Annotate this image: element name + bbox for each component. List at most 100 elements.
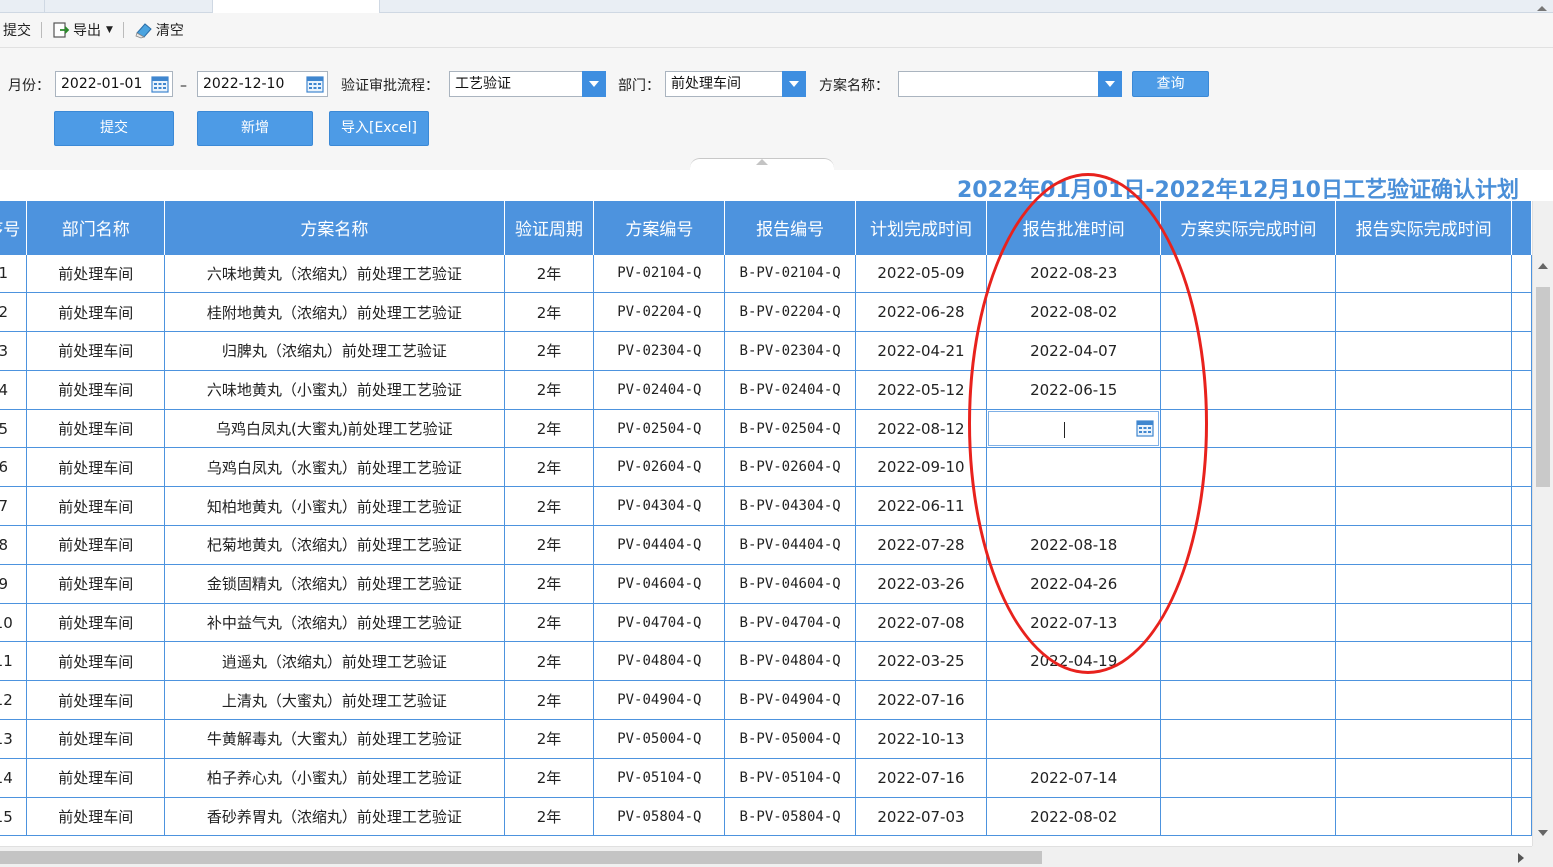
table-cell[interactable]: B-PV-02104-Q xyxy=(724,253,857,294)
table-cell[interactable]: B-PV-04904-Q xyxy=(724,680,857,721)
table-cell[interactable] xyxy=(1335,525,1513,565)
date-input[interactable] xyxy=(987,410,1160,447)
table-cell[interactable]: 柏子养心丸（小蜜丸）前处理工艺验证 xyxy=(164,758,505,798)
table-row[interactable]: 4前处理车间六味地黄丸（小蜜丸）前处理工艺验证2年PV-02404-QB-PV-… xyxy=(0,370,1532,410)
table-cell[interactable]: B-PV-05804-Q xyxy=(724,797,857,837)
collapse-panel-handle[interactable] xyxy=(690,158,834,170)
vertical-scroll-thumb[interactable] xyxy=(1536,287,1550,487)
table-cell[interactable]: 前处理车间 xyxy=(26,680,166,721)
table-cell[interactable] xyxy=(1335,564,1513,604)
table-cell[interactable]: PV-05004-Q xyxy=(593,719,726,759)
table-cell[interactable]: B-PV-05004-Q xyxy=(724,719,857,759)
table-cell[interactable]: B-PV-02204-Q xyxy=(724,292,857,333)
table-cell[interactable]: 2年 xyxy=(504,719,595,759)
table-cell[interactable] xyxy=(986,486,1162,527)
toolbar-export[interactable]: 导出 ▼ xyxy=(50,19,115,41)
table-cell[interactable] xyxy=(1335,370,1513,410)
table-cell[interactable]: 桂附地黄丸（浓缩丸）前处理工艺验证 xyxy=(164,292,505,333)
table-cell[interactable]: 2022-03-26 xyxy=(855,564,987,604)
table-cell[interactable]: 2022-08-12 xyxy=(855,409,987,449)
table-cell[interactable]: PV-02304-Q xyxy=(593,331,726,371)
report-approval-date-editor[interactable] xyxy=(986,409,1162,449)
table-cell[interactable]: PV-04804-Q xyxy=(593,641,726,682)
table-cell[interactable]: B-PV-04704-Q xyxy=(724,603,857,643)
import-excel-button[interactable]: 导入[Excel] xyxy=(329,111,429,146)
plan-name-select[interactable] xyxy=(898,71,1122,97)
table-cell[interactable]: 前处理车间 xyxy=(26,797,166,837)
table-cell[interactable] xyxy=(1335,409,1513,449)
column-header[interactable]: 验证周期 xyxy=(504,201,595,254)
table-cell[interactable]: 2022-03-25 xyxy=(855,641,987,682)
column-header[interactable]: 部门名称 xyxy=(26,201,166,254)
table-cell[interactable] xyxy=(1335,486,1513,527)
table-cell[interactable] xyxy=(1335,680,1513,721)
table-cell[interactable]: 15 xyxy=(0,797,28,837)
table-row[interactable]: 14前处理车间柏子养心丸（小蜜丸）前处理工艺验证2年PV-05104-QB-PV… xyxy=(0,758,1532,798)
table-cell[interactable]: 2022-07-08 xyxy=(855,603,987,643)
table-cell[interactable] xyxy=(986,719,1162,759)
table-cell[interactable]: 2022-09-10 xyxy=(855,447,987,488)
table-cell[interactable] xyxy=(1335,292,1513,333)
table-cell[interactable]: 13 xyxy=(0,719,28,759)
table-cell[interactable] xyxy=(1160,486,1337,527)
table-cell[interactable]: 六味地黄丸（浓缩丸）前处理工艺验证 xyxy=(164,253,505,294)
table-cell[interactable]: 前处理车间 xyxy=(26,564,166,604)
column-header[interactable]: 报告实际完成时间 xyxy=(1335,201,1513,254)
horizontal-scroll-thumb[interactable] xyxy=(0,851,1042,864)
table-cell[interactable]: 2022-07-28 xyxy=(855,525,987,565)
toolbar-submit[interactable]: 提交 xyxy=(0,19,33,41)
tab-active[interactable] xyxy=(212,0,380,13)
table-cell[interactable]: B-PV-04404-Q xyxy=(724,525,857,565)
table-cell[interactable]: 前处理车间 xyxy=(26,253,166,294)
table-row[interactable]: 12前处理车间上清丸（大蜜丸）前处理工艺验证2年PV-04904-QB-PV-0… xyxy=(0,680,1532,721)
table-cell[interactable] xyxy=(1160,292,1337,333)
table-cell[interactable]: 前处理车间 xyxy=(26,758,166,798)
table-cell[interactable]: 逍遥丸（浓缩丸）前处理工艺验证 xyxy=(164,641,505,682)
table-row[interactable]: 5前处理车间乌鸡白凤丸(大蜜丸)前处理工艺验证2年PV-02504-QB-PV-… xyxy=(0,409,1532,449)
table-cell[interactable]: 2022-08-02 xyxy=(986,797,1162,837)
table-cell[interactable] xyxy=(1160,564,1337,604)
table-cell[interactable]: 2022-07-16 xyxy=(855,758,987,798)
table-cell[interactable]: 14 xyxy=(0,758,28,798)
table-cell[interactable] xyxy=(1160,641,1337,682)
column-header[interactable]: 计划完成时间 xyxy=(855,201,987,254)
table-cell[interactable]: 前处理车间 xyxy=(26,719,166,759)
table-cell[interactable]: 2022-06-28 xyxy=(855,292,987,333)
table-cell[interactable]: 前处理车间 xyxy=(26,641,166,682)
table-cell[interactable]: PV-04604-Q xyxy=(593,564,726,604)
table-cell[interactable]: 1 xyxy=(0,253,28,294)
table-cell[interactable]: 2年 xyxy=(504,292,595,333)
table-cell[interactable]: 2年 xyxy=(504,409,595,449)
table-cell[interactable] xyxy=(1335,253,1513,294)
table-cell[interactable]: 2年 xyxy=(504,641,595,682)
column-header[interactable]: 报告编号 xyxy=(724,201,857,254)
table-cell[interactable]: 11 xyxy=(0,641,28,682)
table-row[interactable]: 15前处理车间香砂养胃丸（浓缩丸）前处理工艺验证2年PV-05804-QB-PV… xyxy=(0,797,1532,837)
table-cell[interactable]: 前处理车间 xyxy=(26,409,166,449)
scroll-down-arrow[interactable] xyxy=(1538,830,1548,836)
table-cell[interactable]: 牛黄解毒丸（大蜜丸）前处理工艺验证 xyxy=(164,719,505,759)
table-cell[interactable]: 6 xyxy=(0,447,28,488)
table-cell[interactable]: 2022-10-13 xyxy=(855,719,987,759)
table-cell[interactable]: 前处理车间 xyxy=(26,331,166,371)
table-row[interactable]: 6前处理车间乌鸡白凤丸（水蜜丸）前处理工艺验证2年PV-02604-QB-PV-… xyxy=(0,447,1532,488)
table-cell[interactable]: 乌鸡白凤丸(大蜜丸)前处理工艺验证 xyxy=(164,409,505,449)
table-cell[interactable]: 补中益气丸（浓缩丸）前处理工艺验证 xyxy=(164,603,505,643)
table-cell[interactable]: 10 xyxy=(0,603,28,643)
table-cell[interactable] xyxy=(986,447,1162,488)
table-cell[interactable] xyxy=(1335,447,1513,488)
table-cell[interactable]: PV-04704-Q xyxy=(593,603,726,643)
table-row[interactable]: 1前处理车间六味地黄丸（浓缩丸）前处理工艺验证2年PV-02104-QB-PV-… xyxy=(0,253,1532,294)
table-cell[interactable]: 2年 xyxy=(504,253,595,294)
table-cell[interactable] xyxy=(1160,525,1337,565)
add-button[interactable]: 新增 xyxy=(197,111,313,146)
table-cell[interactable]: 香砂养胃丸（浓缩丸）前处理工艺验证 xyxy=(164,797,505,837)
table-cell[interactable]: 2022-07-03 xyxy=(855,797,987,837)
submit-button[interactable]: 提交 xyxy=(54,111,174,146)
table-cell[interactable]: 2022-04-26 xyxy=(986,564,1162,604)
table-cell[interactable]: B-PV-04804-Q xyxy=(724,641,857,682)
flow-select[interactable]: 工艺验证 xyxy=(449,71,606,97)
table-cell[interactable] xyxy=(1160,370,1337,410)
table-cell[interactable] xyxy=(1160,758,1337,798)
table-cell[interactable]: 3 xyxy=(0,331,28,371)
